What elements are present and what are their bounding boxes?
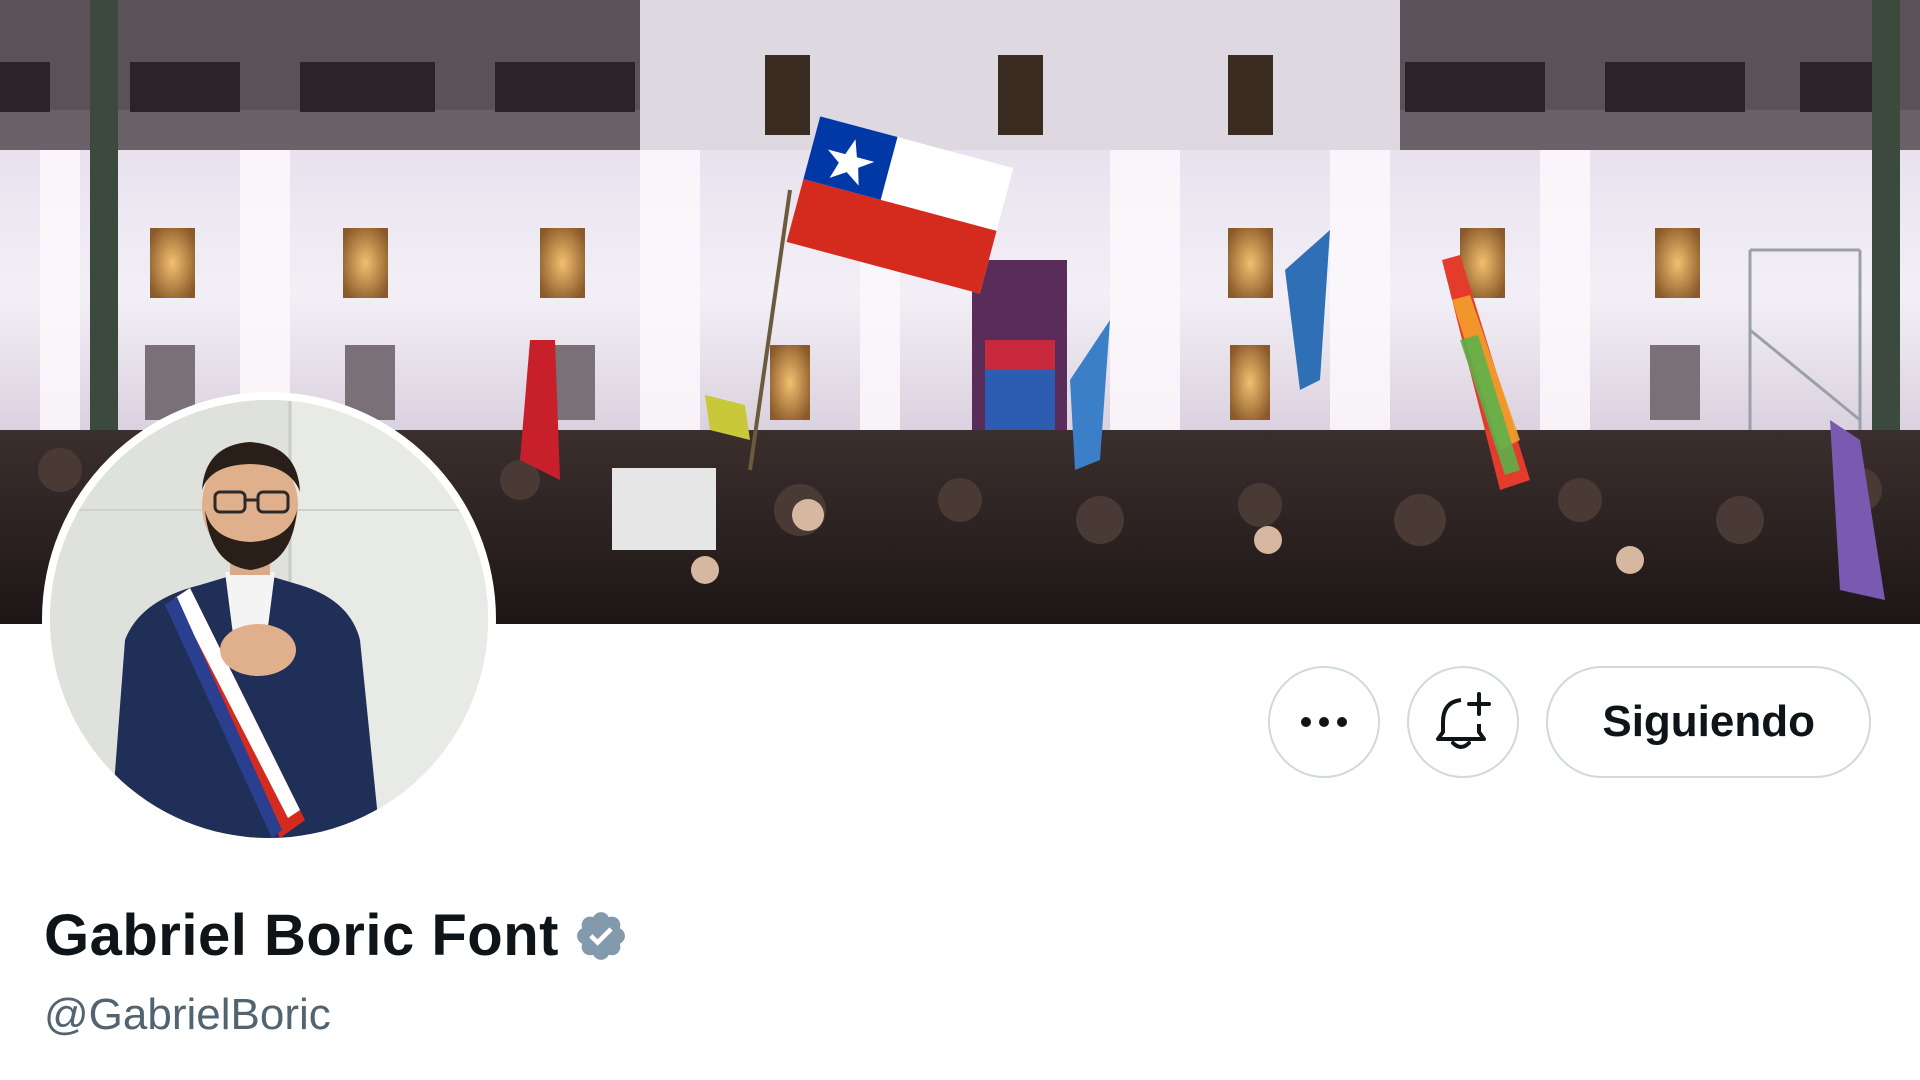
notification-bell-add-icon — [1436, 692, 1492, 749]
following-button[interactable]: Siguiendo — [1546, 666, 1871, 778]
avatar-photo — [50, 400, 488, 838]
profile-handle: @GabrielBoric — [44, 990, 331, 1039]
profile-page: Siguiendo Gabriel Boric Font @GabrielBor… — [0, 0, 1920, 1080]
profile-avatar[interactable] — [42, 392, 496, 846]
verified-badge-icon[interactable] — [573, 908, 629, 964]
display-name: Gabriel Boric Font — [44, 903, 559, 968]
more-options-button[interactable] — [1268, 666, 1381, 778]
notifications-button[interactable] — [1407, 666, 1520, 778]
more-options-icon — [1301, 717, 1348, 727]
profile-actions: Siguiendo — [1268, 666, 1871, 778]
profile-name-row: Gabriel Boric Font — [44, 902, 629, 969]
following-button-label: Siguiendo — [1602, 697, 1815, 746]
